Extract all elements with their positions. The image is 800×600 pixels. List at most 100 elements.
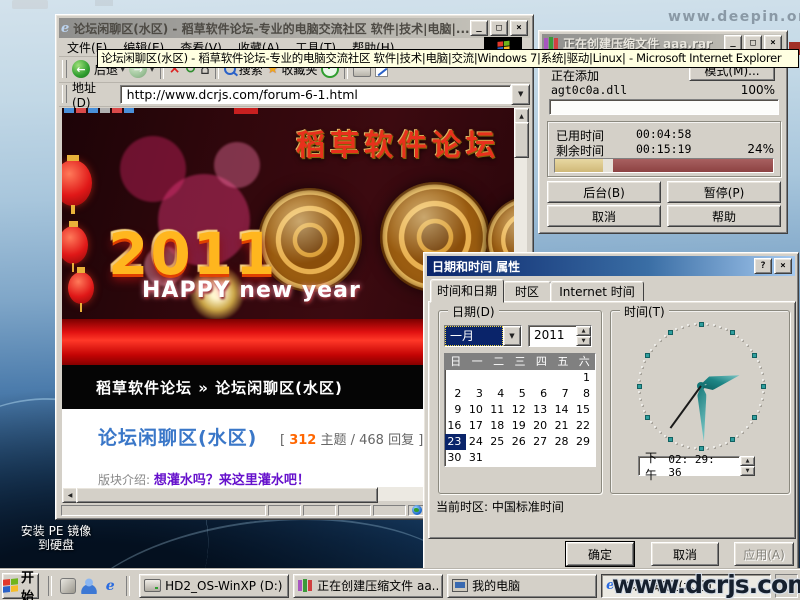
forum-title-link[interactable]: 论坛闲聊区(水区) [98, 423, 257, 450]
start-button[interactable]: 开始 [2, 573, 39, 599]
calendar-day-27[interactable]: 27 [531, 434, 552, 450]
calendar-day-28[interactable]: 28 [552, 434, 573, 450]
clock-minute-mark [719, 326, 721, 328]
month-value: 一月 [445, 326, 503, 346]
calendar-day-11[interactable]: 11 [488, 402, 509, 418]
toolbar-grip[interactable] [62, 60, 67, 78]
ok-button[interactable]: 确定 [566, 542, 634, 566]
close-button[interactable]: × [774, 258, 792, 274]
calendar-day-19[interactable]: 19 [509, 418, 530, 434]
calendar-day-12[interactable]: 12 [509, 402, 530, 418]
time-spin-buttons[interactable]: ▲ ▼ [740, 456, 755, 476]
calendar-day-24[interactable]: 24 [466, 434, 487, 450]
taskbar-task-winrar[interactable]: 正在创建压缩文件 aa... [293, 574, 443, 598]
time-down-button[interactable]: ▼ [740, 466, 755, 476]
drive-icon [144, 579, 161, 592]
calendar-day-13[interactable]: 13 [531, 402, 552, 418]
help-button[interactable]: 帮助 [667, 205, 781, 227]
calendar-day-21[interactable]: 21 [552, 418, 573, 434]
clock-hour-mark [645, 353, 650, 358]
calendar-day-30[interactable]: 30 [445, 450, 466, 466]
datetime-titlebar[interactable]: 日期和时间 属性 ? × [427, 256, 795, 276]
calendar-day-6[interactable]: 6 [531, 386, 552, 402]
calendar-day-4[interactable]: 4 [488, 386, 509, 402]
file-percent: 100% [741, 83, 775, 97]
clock-minute-mark [681, 326, 683, 328]
clock-minute-mark [643, 410, 645, 412]
desktop-icon-partial[interactable] [95, 0, 113, 6]
calendar-day-20[interactable]: 20 [531, 418, 552, 434]
calendar-day-14[interactable]: 14 [552, 402, 573, 418]
calendar-day-25[interactable]: 25 [488, 434, 509, 450]
calendar-day-10[interactable]: 10 [466, 402, 487, 418]
lantern-decoration [68, 272, 94, 304]
calendar-day-7[interactable]: 7 [552, 386, 573, 402]
calendar-day-15[interactable]: 15 [574, 402, 595, 418]
show-desktop-icon[interactable] [60, 578, 76, 594]
lantern-decoration [62, 160, 92, 206]
clock-minute-mark [643, 360, 645, 362]
maximize-button[interactable]: □ [490, 20, 508, 36]
total-progress-bar [554, 158, 774, 173]
clock-minute-mark [639, 372, 641, 374]
calendar-day-2[interactable]: 2 [445, 386, 466, 402]
pause-button[interactable]: 暂停(P) [667, 181, 781, 203]
month-combobox[interactable]: 一月 ▼ [444, 325, 522, 347]
year-spinner[interactable]: 2011 ▲ ▼ [528, 325, 592, 347]
messenger-user-icon[interactable] [81, 578, 97, 594]
ie-quicklaunch-icon[interactable]: e [102, 578, 118, 594]
clock-minute-mark [757, 360, 759, 362]
calendar-day-17[interactable]: 17 [466, 418, 487, 434]
screenshot-watermark: www.dcrjs.com [612, 570, 800, 599]
cancel-button[interactable]: 取消 [547, 205, 661, 227]
minimize-button[interactable]: _ [470, 20, 488, 36]
address-input[interactable]: http://www.dcrjs.com/forum-6-1.html [120, 85, 512, 104]
calendar-day-3[interactable]: 3 [466, 386, 487, 402]
date-group-label: 日期(D) [448, 303, 499, 320]
total-progress-panel: 已用时间 00:04:58 剩余时间 00:15:19 24% [547, 121, 781, 177]
calendar-day-16[interactable]: 16 [445, 418, 466, 434]
calendar-day-23[interactable]: 23 [445, 434, 466, 450]
calendar-day-22[interactable]: 22 [574, 418, 595, 434]
calendar-day-31[interactable]: 31 [466, 450, 487, 466]
calendar-day-29[interactable]: 29 [574, 434, 595, 450]
calendar-day-8[interactable]: 8 [574, 386, 595, 402]
desktop-icon-partial[interactable] [12, 0, 48, 9]
year-down-button[interactable]: ▼ [576, 336, 591, 346]
windows-flag-icon [3, 578, 18, 593]
calendar-day-9[interactable]: 9 [445, 402, 466, 418]
year-up-button[interactable]: ▲ [576, 326, 591, 336]
address-dropdown-button[interactable]: ▼ [511, 84, 530, 105]
cancel-button[interactable]: 取消 [651, 542, 719, 566]
banner-greeting: HAPPY new year [142, 278, 361, 303]
calendar-empty-cell [466, 370, 487, 386]
time-input[interactable]: 下午 02: 29: 36 [638, 456, 740, 476]
year-spin-buttons[interactable]: ▲ ▼ [576, 326, 591, 346]
taskbar-task-hd2-drive[interactable]: HD2_OS-WinXP (D:) [139, 574, 289, 598]
close-button[interactable]: × [510, 20, 528, 36]
help-button[interactable]: ? [754, 258, 772, 274]
time-up-button[interactable]: ▲ [740, 456, 755, 466]
taskbar-task-my-computer[interactable]: 我的电脑 [447, 574, 597, 598]
clock-hour-mark [761, 384, 766, 389]
ie-titlebar[interactable]: e 论坛闲聊区(水区) - 稻草软件论坛-专业的电脑交流社区 软件|技术|电脑|… [59, 18, 530, 38]
month-dropdown-button[interactable]: ▼ [503, 326, 521, 346]
clock-hour-mark [699, 446, 704, 451]
progress-segment-done [555, 159, 603, 172]
tab-timezone[interactable]: 时区 [503, 281, 551, 303]
calendar-day-5[interactable]: 5 [509, 386, 530, 402]
address-label: 地址(D) [72, 79, 114, 110]
calendar-day-26[interactable]: 26 [509, 434, 530, 450]
calendar-day-1[interactable]: 1 [574, 370, 595, 386]
vertical-scroll-thumb[interactable] [514, 122, 529, 158]
calendar-empty-cell [445, 370, 466, 386]
background-button[interactable]: 后台(B) [547, 181, 661, 203]
tab-internet-time[interactable]: Internet 时间 [550, 281, 644, 303]
addressbar-grip[interactable] [62, 85, 67, 103]
tab-date-time[interactable]: 时间和日期 [430, 279, 504, 303]
horizontal-scroll-thumb[interactable] [76, 487, 378, 503]
calendar-day-18[interactable]: 18 [488, 418, 509, 434]
apply-button[interactable]: 应用(A) [734, 542, 794, 566]
forum-stats: [ 312 主题 / 468 回复 ] [280, 429, 423, 448]
desktop-shortcut-label[interactable]: 安装 PE 镜像 到硬盘 [6, 524, 106, 552]
